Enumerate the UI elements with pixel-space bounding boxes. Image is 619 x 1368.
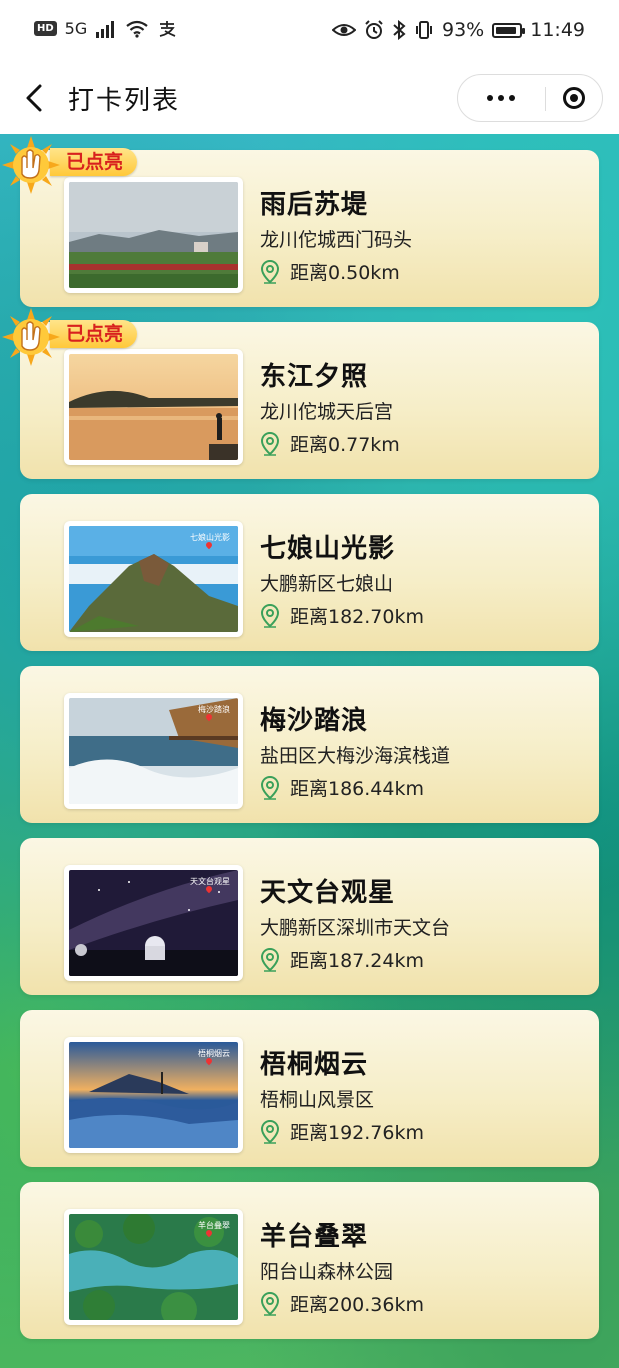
- signal-icon: [96, 20, 115, 38]
- card-title: 梅沙踏浪: [260, 706, 369, 736]
- checkin-card[interactable]: 梅沙踏浪 梅沙踏浪盐田区大梅沙海滨栈道 距离186.44km: [20, 666, 599, 823]
- card-title: 羊台叠翠: [260, 1222, 369, 1252]
- card-title: 雨后苏堤: [260, 190, 369, 220]
- card-distance-row: 距离182.70km: [260, 602, 424, 629]
- location-pin-icon: [260, 1291, 280, 1316]
- location-pin-icon: [260, 947, 280, 972]
- location-pin-icon: [260, 259, 280, 284]
- card-distance: 距离0.50km: [290, 262, 400, 284]
- card-address: 阳台山森林公园: [260, 1261, 394, 1283]
- status-left: HD 5G: [34, 19, 177, 38]
- scenic-thumbnail: 天文台观星: [69, 870, 238, 976]
- vibrate-icon: [416, 21, 432, 39]
- thumbnail-tag: 羊台叠翠: [198, 1221, 230, 1230]
- card-distance: 距离186.44km: [290, 778, 424, 800]
- alipay-icon: [160, 20, 176, 37]
- location-pin-icon: [260, 1119, 280, 1144]
- card-distance-row: 距离192.76km: [260, 1118, 424, 1145]
- scenic-thumbnail: [69, 182, 238, 288]
- thumbnail-frame: 羊台叠翠: [64, 1209, 243, 1325]
- card-distance-row: 距离187.24km: [260, 946, 424, 973]
- thumbnail-frame: 七娘山光影: [64, 521, 243, 637]
- checkin-list: 雨后苏堤龙川佗城西门码头距离0.50km 已点亮东江夕照龙川佗城天后宫距离0.77…: [2, 136, 599, 1354]
- record-target-icon: [563, 87, 585, 109]
- location-pin-icon: [260, 603, 280, 628]
- checkin-card[interactable]: 天文台观星 天文台观星 大鹏新区深圳市天文台 距离187.24km: [20, 838, 599, 995]
- status-right: 93% 11:49: [332, 19, 585, 41]
- lit-badge-label: 已点亮: [50, 320, 138, 348]
- eye-icon: [332, 24, 356, 36]
- card-distance: 距离182.70km: [290, 606, 424, 628]
- close-button[interactable]: [554, 80, 594, 116]
- sun-hand-icon: [2, 308, 60, 366]
- content-area[interactable]: 雨后苏堤龙川佗城西门码头距离0.50km 已点亮东江夕照龙川佗城天后宫距离0.77…: [0, 134, 619, 1368]
- scenic-thumbnail: [69, 354, 238, 460]
- card-title: 东江夕照: [260, 362, 369, 392]
- card-distance: 距离200.36km: [290, 1294, 424, 1316]
- checkin-card[interactable]: 东江夕照龙川佗城天后宫距离0.77km 已点亮: [2, 308, 599, 479]
- card-address: 大鹏新区深圳市天文台: [260, 917, 451, 939]
- battery-icon: [492, 22, 526, 38]
- location-pin-icon: [260, 431, 280, 456]
- card-distance-row: 距离186.44km: [260, 774, 424, 801]
- hd-badge: HD: [34, 21, 57, 36]
- thumbnail-tag: 梅沙踏浪: [198, 705, 230, 714]
- card-distance-row: 距离200.36km: [260, 1290, 424, 1317]
- card-title: 梧桐烟云: [260, 1050, 369, 1080]
- lit-badge-label: 已点亮: [50, 148, 138, 176]
- alarm-icon: [365, 20, 383, 39]
- wifi-icon: [126, 20, 148, 38]
- checkin-card[interactable]: 雨后苏堤龙川佗城西门码头距离0.50km 已点亮: [2, 136, 599, 307]
- more-dots-icon[interactable]: [472, 75, 530, 121]
- lit-badge: 已点亮: [0, 134, 160, 196]
- card-distance: 距离187.24km: [290, 950, 424, 972]
- page-title: 打卡列表: [68, 86, 181, 116]
- checkin-card[interactable]: 七娘山光影 七娘山光影 大鹏新区七娘山 距离182.70km: [20, 494, 599, 651]
- card-title: 七娘山光影: [260, 534, 396, 564]
- thumbnail-frame: 天文台观星: [64, 865, 243, 981]
- scenic-thumbnail: 梅沙踏浪: [69, 698, 238, 804]
- checkin-card[interactable]: 羊台叠翠 羊台叠翠阳台山森林公园距离200.36km: [20, 1182, 599, 1339]
- card-title: 天文台观星: [260, 878, 396, 908]
- card-address: 龙川佗城西门码头: [260, 229, 413, 251]
- sun-hand-icon: [2, 136, 60, 194]
- thumbnail-tag: 梧桐烟云: [198, 1049, 230, 1058]
- mini-program-capsule: [457, 74, 603, 122]
- status-bar: HD 5G 93% 11:49: [0, 0, 619, 62]
- card-address: 龙川佗城天后宫: [260, 401, 394, 423]
- card-address: 盐田区大梅沙海滨栈道: [260, 745, 451, 767]
- capsule-divider: [545, 87, 546, 111]
- thumbnail-frame: 梅沙踏浪: [64, 693, 243, 809]
- thumbnail-frame: 梧桐烟云: [64, 1037, 243, 1153]
- nav-bar: 打卡列表: [0, 62, 619, 134]
- network-label: 5G: [64, 19, 88, 38]
- clock: 11:49: [530, 19, 585, 41]
- scenic-thumbnail: 梧桐烟云: [69, 1042, 238, 1148]
- card-address: 梧桐山风景区: [260, 1089, 375, 1111]
- scenic-thumbnail: 羊台叠翠: [69, 1214, 238, 1320]
- card-distance-row: 距离0.77km: [260, 430, 400, 457]
- card-distance: 距离192.76km: [290, 1122, 424, 1144]
- card-distance: 距离0.77km: [290, 434, 400, 456]
- card-address: 大鹏新区七娘山: [260, 573, 394, 595]
- checkin-card[interactable]: 梧桐烟云 梧桐烟云梧桐山风景区距离192.76km: [20, 1010, 599, 1167]
- lit-badge: 已点亮: [0, 306, 160, 368]
- battery-fill: [496, 26, 517, 34]
- chevron-left-icon[interactable]: [18, 80, 54, 116]
- location-pin-icon: [260, 775, 280, 800]
- card-distance-row: 距离0.50km: [260, 258, 400, 285]
- scenic-thumbnail: 七娘山光影: [69, 526, 238, 632]
- bluetooth-icon: [393, 20, 406, 40]
- battery-percent: 93%: [442, 19, 485, 41]
